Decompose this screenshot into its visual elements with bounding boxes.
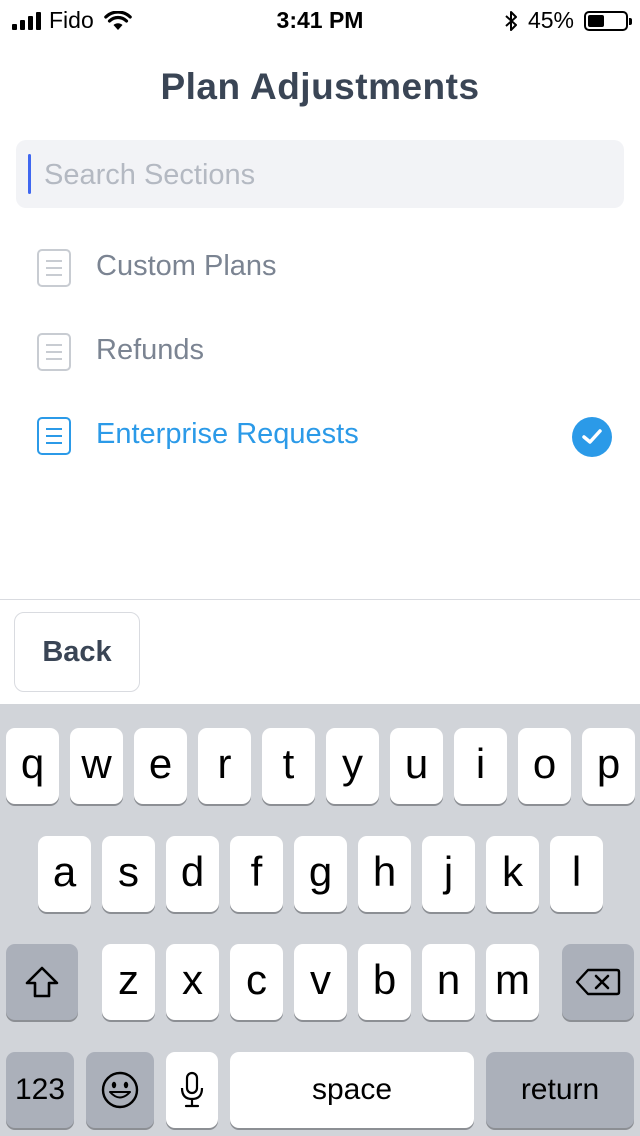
battery-fill: [588, 14, 604, 27]
section-item-custom-plans[interactable]: Custom Plans: [0, 226, 640, 310]
screen: Fido 3:41 PM 45% Plan Adjustments Search…: [0, 0, 640, 1136]
key-j[interactable]: j: [422, 836, 475, 912]
section-item-enterprise-requests[interactable]: Enterprise Requests: [0, 394, 640, 478]
key-y[interactable]: y: [326, 728, 379, 804]
section-item-refunds[interactable]: Refunds: [0, 310, 640, 394]
key-c[interactable]: c: [230, 944, 283, 1020]
battery-percent: 45%: [527, 7, 574, 33]
delete-key[interactable]: [562, 944, 634, 1020]
key-l[interactable]: l: [550, 836, 603, 912]
section-label: Custom Plans: [96, 250, 277, 282]
footer-divider: [0, 599, 640, 600]
key-d[interactable]: d: [166, 836, 219, 912]
key-h[interactable]: h: [358, 836, 411, 912]
key-z[interactable]: z: [102, 944, 155, 1020]
numbers-key[interactable]: 123: [6, 1052, 74, 1128]
search-input[interactable]: [42, 140, 606, 210]
key-i[interactable]: i: [454, 728, 507, 804]
key-g[interactable]: g: [294, 836, 347, 912]
delete-icon: [575, 968, 621, 996]
status-right: 45%: [504, 7, 632, 34]
status-bar: Fido 3:41 PM 45%: [0, 0, 640, 40]
key-q[interactable]: q: [6, 728, 59, 804]
key-x[interactable]: x: [166, 944, 219, 1020]
checkmark-icon: [572, 417, 612, 457]
key-t[interactable]: t: [262, 728, 315, 804]
return-key[interactable]: return: [486, 1052, 634, 1128]
space-key[interactable]: space: [230, 1052, 474, 1128]
key-m[interactable]: m: [486, 944, 539, 1020]
section-list: Custom Plans Refunds Enterprise Requests: [0, 226, 640, 478]
key-o[interactable]: o: [518, 728, 571, 804]
key-n[interactable]: n: [422, 944, 475, 1020]
dictation-key[interactable]: [166, 1052, 218, 1128]
back-button[interactable]: Back: [14, 612, 140, 692]
document-icon: [37, 249, 71, 287]
microphone-icon: [180, 1071, 204, 1108]
emoji-key[interactable]: [86, 1052, 154, 1128]
search-bar[interactable]: [16, 140, 624, 210]
key-w[interactable]: w: [70, 728, 123, 804]
key-p[interactable]: p: [582, 728, 635, 804]
bluetooth-icon: [505, 10, 517, 31]
emoji-icon: [101, 1071, 139, 1109]
key-f[interactable]: f: [230, 836, 283, 912]
battery-icon: [584, 10, 632, 31]
key-v[interactable]: v: [294, 944, 347, 1020]
document-icon: [37, 333, 71, 371]
section-label: Refunds: [96, 334, 205, 366]
key-u[interactable]: u: [390, 728, 443, 804]
key-k[interactable]: k: [486, 836, 539, 912]
keyboard: q w e r t y u i o p a s d f g h j k l z …: [0, 704, 640, 1136]
shift-icon: [25, 966, 59, 998]
key-a[interactable]: a: [38, 836, 91, 912]
key-b[interactable]: b: [358, 944, 411, 1020]
key-r[interactable]: r: [198, 728, 251, 804]
text-cursor: [28, 154, 31, 194]
key-s[interactable]: s: [102, 836, 155, 912]
key-e[interactable]: e: [134, 728, 187, 804]
page-title: Plan Adjustments: [160, 66, 480, 107]
shift-key[interactable]: [6, 944, 78, 1020]
section-label: Enterprise Requests: [96, 418, 359, 450]
document-icon: [37, 417, 71, 455]
